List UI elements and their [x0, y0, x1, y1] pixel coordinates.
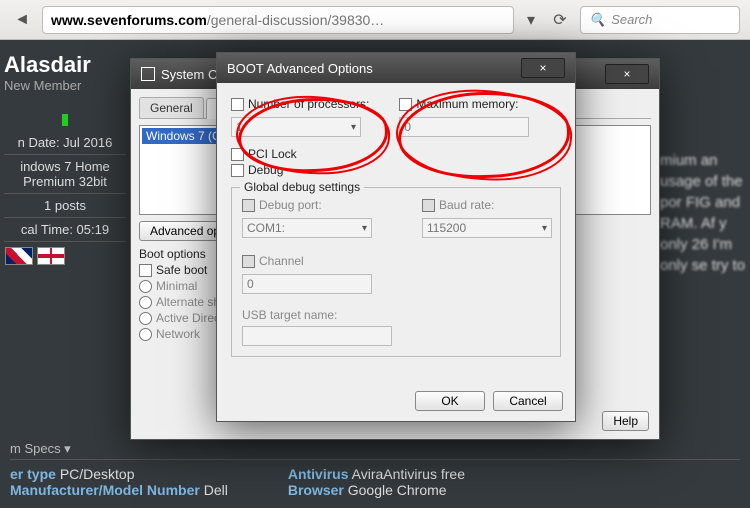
pci-lock-checkbox[interactable]: PCI Lock [231, 147, 561, 161]
debug-port-checkbox: Debug port: [242, 198, 392, 212]
user-role: New Member [4, 78, 126, 93]
local-time: cal Time: 05:19 [4, 218, 126, 242]
user-flags [4, 242, 126, 270]
search-placeholder: Search [611, 12, 652, 27]
chevron-down-icon: ▾ [362, 223, 367, 234]
flag-england-icon [38, 248, 64, 264]
max-memory-label: Maximum memory: [416, 97, 518, 111]
max-memory-value: 0 [404, 120, 411, 134]
num-processors-label: Number of processors: [248, 97, 369, 111]
browser-search-box[interactable]: 🔍 Search [580, 6, 740, 34]
tab-general[interactable]: General [139, 97, 204, 118]
num-processors-combo[interactable]: 1 ▾ [231, 117, 361, 137]
pci-lock-label: PCI Lock [248, 147, 297, 161]
usb-target-label: USB target name: [242, 308, 392, 322]
user-os: indows 7 Home Premium 32bit [4, 155, 126, 194]
channel-input: 0 [242, 274, 372, 294]
num-processors-checkbox[interactable]: Number of processors: [231, 97, 369, 111]
global-debug-group: Global debug settings Debug port: COM1: … [231, 187, 561, 357]
channel-label: Channel [259, 254, 304, 268]
flag-uk-icon [6, 248, 32, 264]
url-path: /general-discussion/39830… [207, 12, 384, 28]
specs-header[interactable]: m Specs ▾ [10, 441, 740, 460]
url-bar[interactable]: www.sevenforums.com /general-discussion/… [42, 6, 514, 34]
safe-boot-label: Safe boot [156, 263, 207, 277]
adv-titlebar[interactable]: BOOT Advanced Options × [217, 53, 575, 83]
num-processors-value: 1 [236, 120, 243, 134]
debug-checkbox[interactable]: Debug [231, 163, 561, 177]
chevron-down-icon: ▾ [351, 122, 356, 133]
sysconf-icon [141, 67, 155, 81]
search-icon: 🔍 [589, 12, 605, 28]
adv-close-button[interactable]: × [521, 58, 565, 78]
usb-target-input [242, 326, 392, 346]
system-specs-panel: m Specs ▾ er type PC/Desktop Manufacture… [0, 435, 750, 508]
spec-browser-label: Browser [288, 482, 344, 498]
debug-port-value: COM1: [247, 221, 285, 235]
post-count: 1 posts [4, 194, 126, 218]
debug-port-label: Debug port: [259, 198, 322, 212]
spec-manu-label: Manufacturer/Model Number [10, 482, 200, 498]
spec-type-value: PC/Desktop [60, 466, 135, 482]
channel-checkbox: Channel [242, 254, 392, 268]
channel-value: 0 [247, 277, 254, 291]
spec-manu-value: Dell [204, 482, 228, 498]
baud-rate-value: 115200 [427, 221, 466, 235]
chevron-down-icon: ▾ [542, 223, 547, 234]
username: Alasdair [4, 52, 126, 78]
sysconf-help-button[interactable]: Help [602, 411, 649, 431]
adv-title: BOOT Advanced Options [227, 61, 373, 76]
post-body-fragment: mium an usage of the por FIG and RAM. Af… [660, 150, 750, 276]
url-dropdown-icon[interactable]: ▾ [522, 10, 540, 30]
nav-back-button[interactable]: ◄ [10, 8, 34, 32]
baud-rate-label: Baud rate: [439, 198, 494, 212]
baud-rate-checkbox: Baud rate: [422, 198, 552, 212]
sysconf-close-button[interactable]: × [605, 64, 649, 84]
spec-type-label: er type [10, 466, 56, 482]
debug-label: Debug [248, 163, 283, 177]
ok-button[interactable]: OK [415, 391, 485, 411]
max-memory-input[interactable]: 0 [399, 117, 529, 137]
spec-av-label: Antivirus [288, 466, 349, 482]
debug-port-combo: COM1: ▾ [242, 218, 372, 238]
spec-browser-value: Google Chrome [348, 482, 447, 498]
cancel-button[interactable]: Cancel [493, 391, 563, 411]
spec-av-value: AviraAntivirus free [352, 466, 465, 482]
baud-rate-combo: 115200 ▾ [422, 218, 552, 238]
global-debug-legend: Global debug settings [240, 180, 364, 194]
url-host: www.sevenforums.com [51, 12, 207, 28]
user-sidebar: Alasdair New Member n Date: Jul 2016 ind… [0, 40, 130, 276]
browser-toolbar: ◄ www.sevenforums.com /general-discussio… [0, 0, 750, 40]
join-date: n Date: Jul 2016 [4, 131, 126, 155]
reload-button[interactable]: ⟳ [548, 8, 572, 32]
max-memory-checkbox[interactable]: Maximum memory: [399, 97, 529, 111]
boot-advanced-options-dialog: BOOT Advanced Options × Number of proces… [216, 52, 576, 422]
